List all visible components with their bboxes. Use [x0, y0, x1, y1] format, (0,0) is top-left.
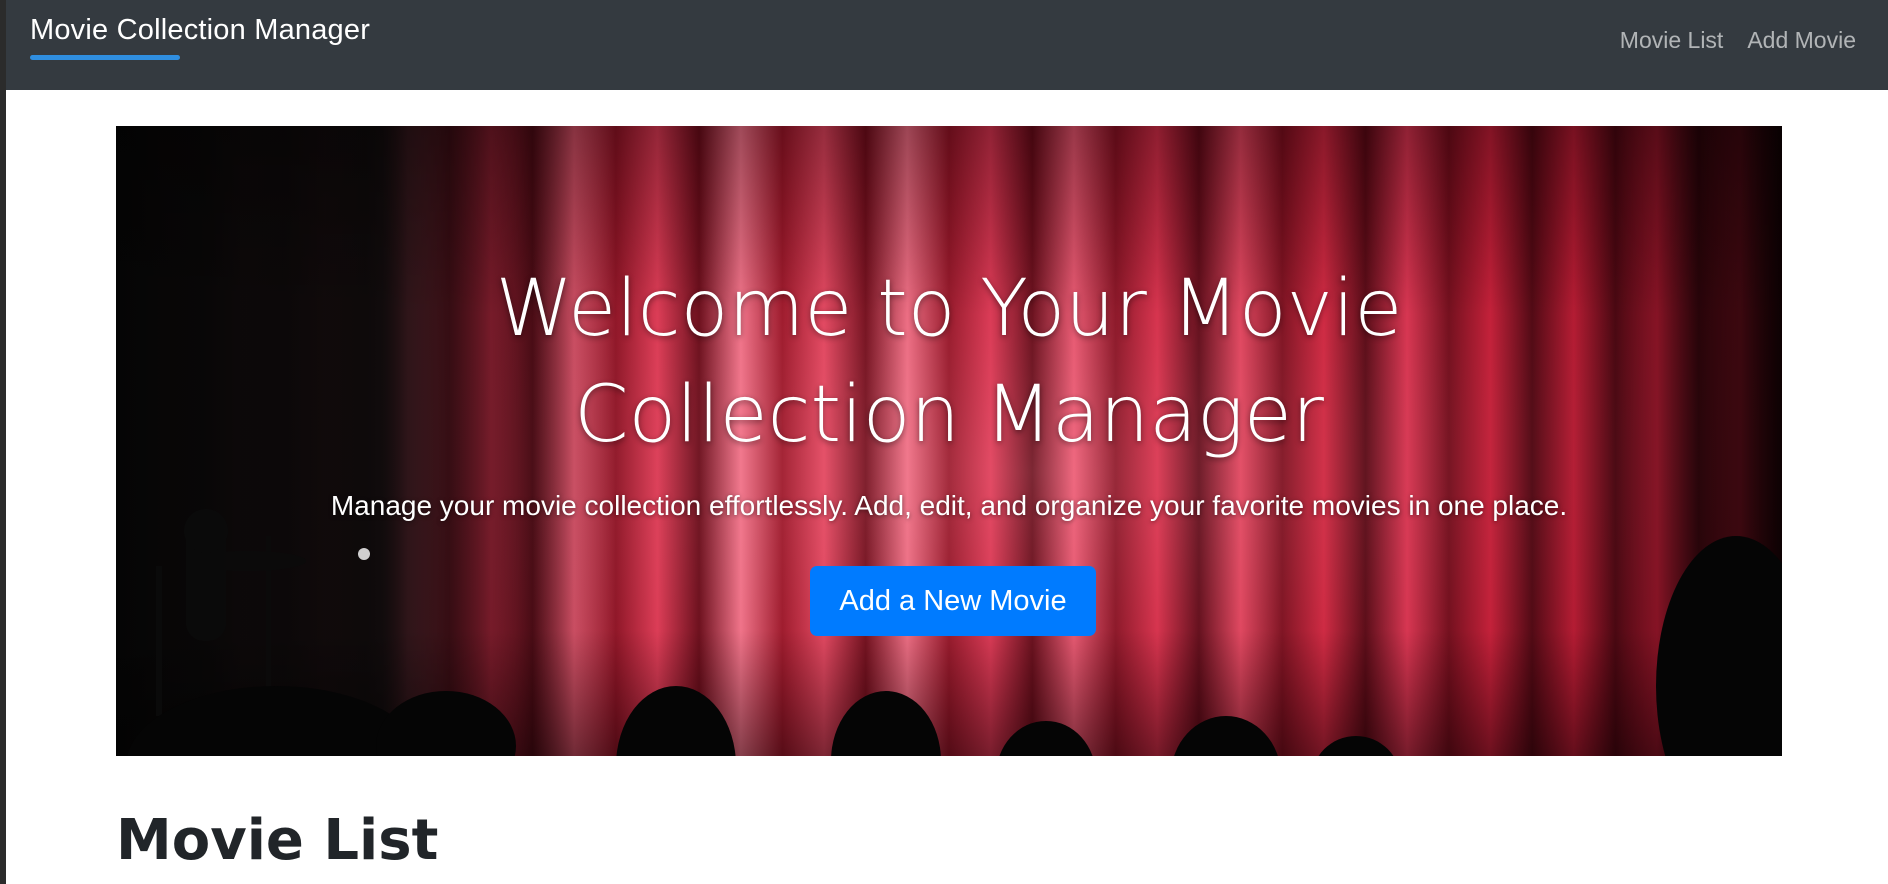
brand-active-indicator [30, 55, 180, 60]
hero-content: Welcome to Your Movie Collection Manager… [116, 126, 1782, 756]
navbar: Movie Collection Manager Movie List Add … [6, 0, 1888, 90]
hero-title: Welcome to Your Movie Collection Manager [495, 264, 1403, 460]
brand-link[interactable]: Movie Collection Manager [30, 14, 370, 47]
hero-banner: Welcome to Your Movie Collection Manager… [116, 126, 1782, 756]
movie-list-heading: Movie List [116, 808, 439, 873]
hero-subtitle: Manage your movie collection effortlessl… [330, 490, 1568, 521]
app-window: Movie Collection Manager Movie List Add … [0, 0, 1888, 884]
nav-link-movie-list[interactable]: Movie List [1620, 27, 1724, 54]
nav-link-add-movie[interactable]: Add Movie [1747, 27, 1856, 54]
add-new-movie-button[interactable]: Add a New Movie [810, 566, 1096, 636]
nav-links: Movie List Add Movie [1620, 27, 1856, 54]
